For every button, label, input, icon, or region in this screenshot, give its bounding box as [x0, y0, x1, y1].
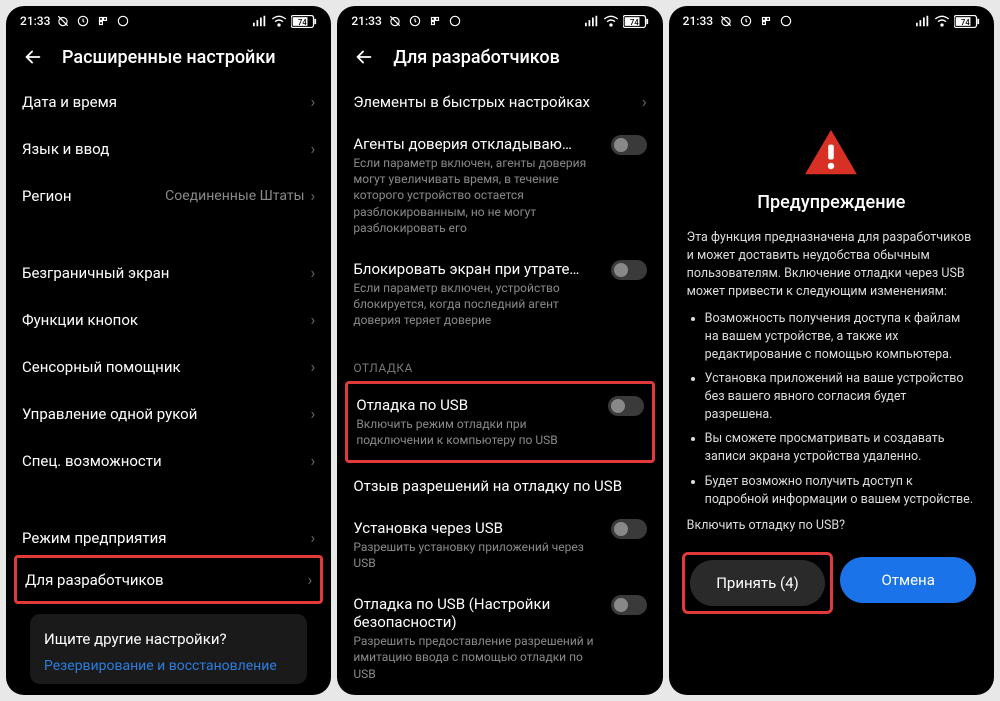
phone-developer-options: 21:33 74 Для разработчиков Элементы в бы…: [337, 6, 662, 695]
status-bar: 21:33 74: [669, 6, 994, 32]
signal-icon: [916, 15, 930, 27]
svg-text:74: 74: [629, 17, 638, 26]
row-quick-settings[interactable]: Элементы в быстрых настройках›: [353, 78, 646, 125]
misc-icon: [779, 14, 793, 28]
wifi-icon: [271, 15, 287, 27]
warning-dialog: Предупреждение Эта функция предназначена…: [669, 32, 994, 695]
back-button[interactable]: [22, 46, 44, 68]
highlight-usb-debug: Отладка по USBВключить режим отладки при…: [345, 381, 654, 463]
chevron-right-icon: ›: [311, 451, 316, 470]
row-enterprise[interactable]: Режим предприятия›: [22, 514, 315, 555]
row-install-usb[interactable]: Установка через USBРазрешить установку п…: [353, 509, 646, 585]
chevron-right-icon: ›: [311, 357, 316, 376]
dialog-question: Включить отладку по USB?: [687, 517, 976, 535]
row-usb-debug[interactable]: Отладка по USBВключить режим отладки при…: [356, 388, 643, 456]
arrow-left-icon: [353, 46, 375, 68]
row-revoke-usb[interactable]: Отзыв разрешений на отладку по USB: [353, 463, 646, 509]
phone-warning-dialog: 21:33 74 Предупреждение Эта функция пред…: [669, 6, 994, 695]
toggle-usb-security[interactable]: [611, 595, 647, 615]
svg-text:74: 74: [961, 17, 970, 26]
row-lang-input[interactable]: Язык и ввод›: [22, 125, 315, 172]
bullet-4: Будет возможно получить доступ к подробн…: [705, 473, 976, 509]
clock-icon: [408, 14, 422, 28]
alarm-off-icon: [719, 14, 733, 28]
misc-icon: [448, 14, 462, 28]
chevron-right-icon: ›: [642, 92, 647, 111]
row-usb-security[interactable]: Отладка по USB (Настройки безопасности)Р…: [353, 585, 646, 695]
row-one-hand[interactable]: Управление одной рукой›: [22, 390, 315, 437]
alarm-off-icon: [56, 14, 70, 28]
settings-body[interactable]: Дата и время› Язык и ввод› РегионСоедине…: [6, 78, 331, 695]
toggle-trust-agents[interactable]: [611, 135, 647, 155]
row-fullscreen[interactable]: Безграничный экран›: [22, 249, 315, 296]
row-lock-trust[interactable]: Блокировать экран при утрате…Если параме…: [353, 250, 646, 343]
toggle-lock-trust[interactable]: [611, 260, 647, 280]
dialog-text: Эта функция предназначена для разработчи…: [687, 229, 976, 535]
status-bar: 21:33 74: [337, 6, 662, 32]
row-accessibility[interactable]: Спец. возможности›: [22, 437, 315, 484]
wifi-icon: [603, 15, 619, 27]
dialog-title: Предупреждение: [757, 192, 905, 213]
sync-icon: [428, 14, 442, 28]
footer-card: Ищите другие настройки? Резервирование и…: [30, 614, 307, 684]
chevron-right-icon: ›: [311, 310, 316, 329]
header: Для разработчиков: [337, 32, 662, 78]
chevron-right-icon: ›: [311, 186, 316, 205]
clock-icon: [76, 14, 90, 28]
status-time: 21:33: [683, 14, 713, 28]
toggle-usb-debug[interactable]: [608, 396, 644, 416]
page-title: Расширенные настройки: [62, 47, 276, 68]
chevron-right-icon: ›: [311, 404, 316, 423]
footer-question: Ищите другие настройки?: [44, 630, 293, 648]
status-bar: 21:33 74: [6, 6, 331, 32]
dialog-bullets: Возможность получения доступа к файлам н…: [705, 310, 976, 509]
highlight-developers: Для разработчиков›: [14, 555, 323, 604]
misc-icon: [116, 14, 130, 28]
battery-icon: 74: [954, 15, 980, 28]
battery-icon: 74: [291, 15, 317, 28]
bullet-1: Возможность получения доступа к файлам н…: [705, 310, 976, 364]
dialog-buttons: Принять (4) Отмена: [687, 557, 976, 609]
chevron-right-icon: ›: [311, 139, 316, 158]
dialog-intro: Эта функция предназначена для разработчи…: [687, 229, 976, 302]
devopt-body[interactable]: Элементы в быстрых настройках› Агенты до…: [337, 78, 662, 695]
row-date-time[interactable]: Дата и время›: [22, 78, 315, 125]
status-time: 21:33: [20, 14, 50, 28]
signal-icon: [253, 15, 267, 27]
row-developers[interactable]: Для разработчиков›: [25, 562, 312, 597]
signal-icon: [585, 15, 599, 27]
header: Расширенные настройки: [6, 32, 331, 78]
page-title: Для разработчиков: [393, 47, 560, 68]
row-trust-agents[interactable]: Агенты доверия откладываю…Если параметр …: [353, 125, 646, 250]
footer-link[interactable]: Резервирование и восстановление: [44, 658, 293, 674]
svg-text:74: 74: [298, 17, 307, 26]
row-region[interactable]: РегионСоединенные Штаты›: [22, 172, 315, 219]
highlight-accept: Принять (4): [682, 552, 834, 614]
chevron-right-icon: ›: [308, 570, 313, 589]
accept-button[interactable]: Принять (4): [690, 560, 826, 606]
alarm-off-icon: [388, 14, 402, 28]
bullet-2: Установка приложений на ваше устройство …: [705, 370, 976, 424]
status-time: 21:33: [351, 14, 381, 28]
chevron-right-icon: ›: [311, 92, 316, 111]
bullet-3: Вы сможете просматривать и создавать зап…: [705, 430, 976, 466]
wifi-icon: [934, 15, 950, 27]
clock-icon: [739, 14, 753, 28]
row-touch-assist[interactable]: Сенсорный помощник›: [22, 343, 315, 390]
sync-icon: [96, 14, 110, 28]
toggle-install-usb[interactable]: [611, 519, 647, 539]
sync-icon: [759, 14, 773, 28]
section-debug: ОТЛАДКА: [353, 343, 646, 381]
warning-triangle-icon: [803, 128, 859, 178]
phone-advanced-settings: 21:33 74 Расширенные настройки Дата и вр…: [6, 6, 331, 695]
chevron-right-icon: ›: [311, 528, 316, 547]
back-button[interactable]: [353, 46, 375, 68]
cancel-button[interactable]: Отмена: [840, 557, 976, 603]
chevron-right-icon: ›: [311, 263, 316, 282]
row-button-fn[interactable]: Функции кнопок›: [22, 296, 315, 343]
arrow-left-icon: [22, 46, 44, 68]
battery-icon: 74: [623, 15, 649, 28]
